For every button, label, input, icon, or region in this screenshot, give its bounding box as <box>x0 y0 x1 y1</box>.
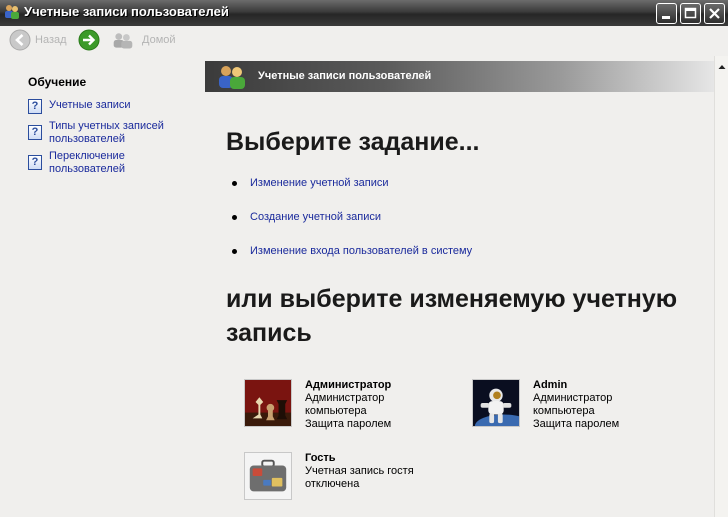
title-bar[interactable]: Учетные записи пользователей <box>0 0 728 26</box>
task-link: Изменение входа пользователей в систему <box>250 245 473 257</box>
help-link-switch-users[interactable]: ? Переключение пользователей <box>28 150 198 178</box>
account-desc-line: компьютера <box>533 405 595 417</box>
user-accounts-icon <box>219 66 245 89</box>
forward-arrow-icon <box>78 29 100 51</box>
account-desc-line: Защита паролем <box>305 418 392 430</box>
suitcase-picture <box>244 452 292 500</box>
task-link: Создание учетной записи <box>250 211 381 223</box>
account-name: Admin <box>533 379 568 391</box>
forward-button[interactable] <box>78 29 102 53</box>
pick-task-heading: Выберите задание... <box>226 128 480 156</box>
help-link-label: Типы учетных записей пользователей <box>49 120 164 145</box>
help-icon: ? <box>28 125 42 140</box>
account-desc-line: Защита паролем <box>533 418 620 430</box>
window-title: Учетные записи пользователей <box>24 4 229 19</box>
help-icon: ? <box>28 99 42 114</box>
user-accounts-app-icon <box>5 5 19 19</box>
astronaut-picture <box>472 379 520 427</box>
account-guest[interactable]: Гость Учетная запись гостя отключена <box>244 452 454 512</box>
user-accounts-window: Учетные записи пользователей Назад Домой… <box>0 0 728 517</box>
scroll-up-arrow-icon[interactable] <box>715 60 728 74</box>
task-change-account[interactable]: Изменение учетной записи <box>232 177 632 191</box>
main-content: Учетные записи пользователей Выберите за… <box>205 56 714 517</box>
close-button[interactable] <box>704 3 725 24</box>
banner-title: Учетные записи пользователей <box>258 70 432 82</box>
account-name: Гость <box>305 452 336 464</box>
account-desc-line: Учетная запись гостя <box>305 465 414 477</box>
back-arrow-icon <box>9 29 31 51</box>
account-admin[interactable]: Admin Администратор компьютера Защита па… <box>472 379 682 439</box>
users-home-icon <box>113 33 133 49</box>
account-desc-line: Администратор <box>305 392 385 404</box>
minimize-button[interactable] <box>656 3 677 24</box>
account-desc-line: Администратор <box>533 392 613 404</box>
bullet <box>232 215 237 220</box>
back-button[interactable]: Назад <box>9 29 73 53</box>
vertical-scrollbar[interactable] <box>714 56 728 517</box>
pick-account-heading: или выберите изменяемую учетную запись <box>226 285 678 347</box>
learn-about-heading: Обучение <box>28 75 87 89</box>
account-desc-line: компьютера <box>305 405 367 417</box>
close-icon <box>709 8 720 19</box>
page-banner: Учетные записи пользователей <box>205 61 714 92</box>
help-link-label: Переключение пользователей <box>49 150 125 175</box>
minimize-icon <box>662 16 670 19</box>
learn-about-panel: Обучение ? Учетные записи ? Типы учетных… <box>0 56 205 517</box>
task-create-account[interactable]: Создание учетной записи <box>232 211 632 225</box>
navigation-toolbar: Назад Домой <box>0 26 728 56</box>
back-label: Назад <box>35 34 67 46</box>
bullet <box>232 249 237 254</box>
help-link-account-types[interactable]: ? Типы учетных записей пользователей <box>28 120 198 148</box>
help-icon: ? <box>28 155 42 170</box>
help-link-label: Учетные записи <box>49 99 131 111</box>
task-link: Изменение учетной записи <box>250 177 389 189</box>
maximize-icon <box>684 7 697 19</box>
home-label: Домой <box>142 34 176 46</box>
bullet <box>232 181 237 186</box>
task-change-logon[interactable]: Изменение входа пользователей в систему <box>232 245 632 259</box>
help-link-user-accounts[interactable]: ? Учетные записи <box>28 99 198 115</box>
account-desc-line: отключена <box>305 478 360 490</box>
home-button[interactable]: Домой <box>112 29 182 53</box>
account-name: Администратор <box>305 379 392 391</box>
chess-pieces-picture <box>244 379 292 427</box>
maximize-button[interactable] <box>680 3 701 24</box>
account-administrator[interactable]: Администратор Администратор компьютера З… <box>244 379 454 439</box>
